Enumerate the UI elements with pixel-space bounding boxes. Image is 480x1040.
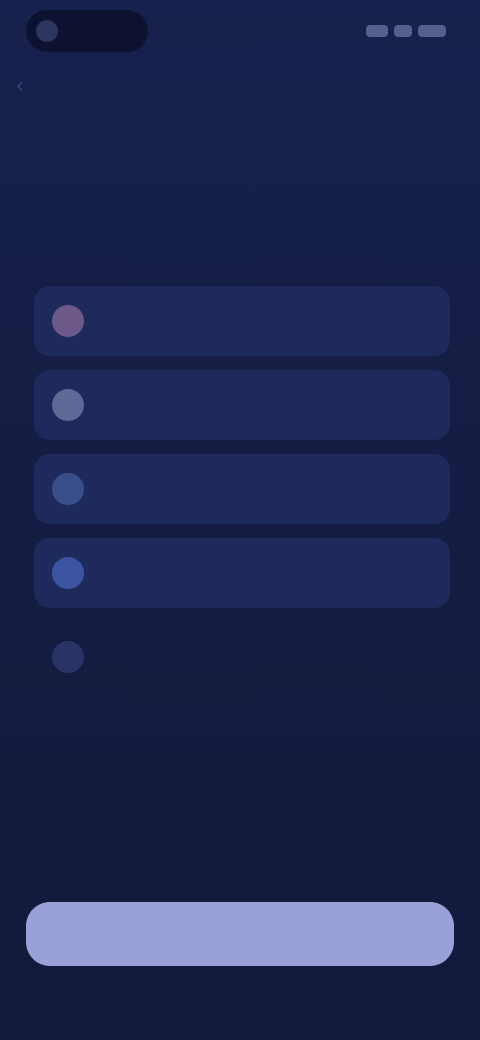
option-icon xyxy=(52,473,84,505)
option-item[interactable] xyxy=(34,454,450,524)
option-item[interactable] xyxy=(34,370,450,440)
wifi-icon xyxy=(394,25,412,37)
option-icon xyxy=(52,305,84,337)
status-bar xyxy=(0,0,480,60)
back-button[interactable]: ‹ xyxy=(8,74,32,98)
screen: ‹ xyxy=(0,0,480,1040)
continue-button[interactable] xyxy=(26,902,454,966)
option-icon xyxy=(52,389,84,421)
option-item[interactable] xyxy=(34,286,450,356)
battery-icon xyxy=(418,25,446,37)
chevron-left-icon: ‹ xyxy=(16,74,24,97)
option-icon xyxy=(52,557,84,589)
status-icons xyxy=(354,20,446,42)
signal-icon xyxy=(366,25,388,37)
options-list xyxy=(34,286,450,706)
camera-icon xyxy=(36,20,58,42)
option-item[interactable] xyxy=(34,622,450,692)
option-item[interactable] xyxy=(34,538,450,608)
option-icon xyxy=(52,641,84,673)
